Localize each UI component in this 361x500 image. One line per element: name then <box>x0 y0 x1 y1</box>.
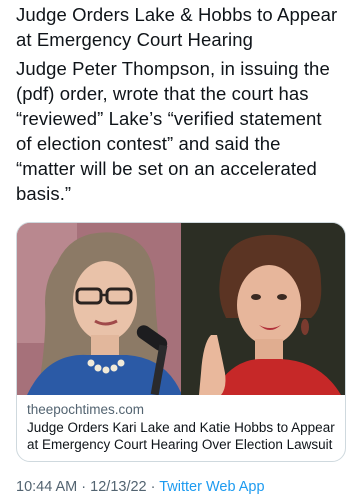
card-title: Judge Orders Kari Lake and Katie Hobbs t… <box>27 419 335 453</box>
meta-separator: · <box>146 479 160 495</box>
body-line: Judge Peter Thompson, in issuing the <box>16 58 330 79</box>
right-portrait-photo <box>181 223 345 395</box>
tweet-body: Judge Peter Thompson, in issuing the (pd… <box>16 56 348 206</box>
tweet: Judge Orders Lake & Hobbs to Appear at E… <box>0 0 361 500</box>
portrait-photo-icon <box>181 223 345 395</box>
headline-line: Judge Orders Lake & Hobbs to Appear <box>16 4 338 25</box>
body-line: of election contest” and said the <box>16 133 281 154</box>
headline-line: at Emergency Court Hearing <box>16 29 254 50</box>
card-domain: theepochtimes.com <box>27 402 145 417</box>
portrait-photo-icon <box>17 223 181 395</box>
card-info[interactable]: theepochtimes.com Judge Orders Kari Lake… <box>17 395 345 453</box>
tweet-meta: 10:44 AM · 12/13/22 · Twitter Web App <box>16 478 265 496</box>
body-line: basis.” <box>16 183 72 204</box>
body-line: (pdf) order, wrote that the court has <box>16 83 309 104</box>
body-line: “reviewed” Lake’s “verified statement <box>16 108 322 129</box>
card-title-line: at Emergency Court Hearing Over Election… <box>27 437 333 452</box>
card-title-line: Judge Orders Kari Lake and Katie Hobbs t… <box>27 420 335 435</box>
tweet-time[interactable]: 10:44 AM <box>16 479 77 495</box>
meta-separator: · <box>77 479 91 495</box>
tweet-source-link[interactable]: Twitter Web App <box>159 479 264 495</box>
left-portrait-photo <box>17 223 181 395</box>
body-line: “matter will be set on an accelerated <box>16 158 317 179</box>
link-preview-card[interactable]: theepochtimes.com Judge Orders Kari Lake… <box>16 222 346 462</box>
tweet-date[interactable]: 12/13/22 <box>90 479 146 495</box>
card-image[interactable] <box>17 223 345 395</box>
tweet-headline: Judge Orders Lake & Hobbs to Appear at E… <box>16 2 348 52</box>
